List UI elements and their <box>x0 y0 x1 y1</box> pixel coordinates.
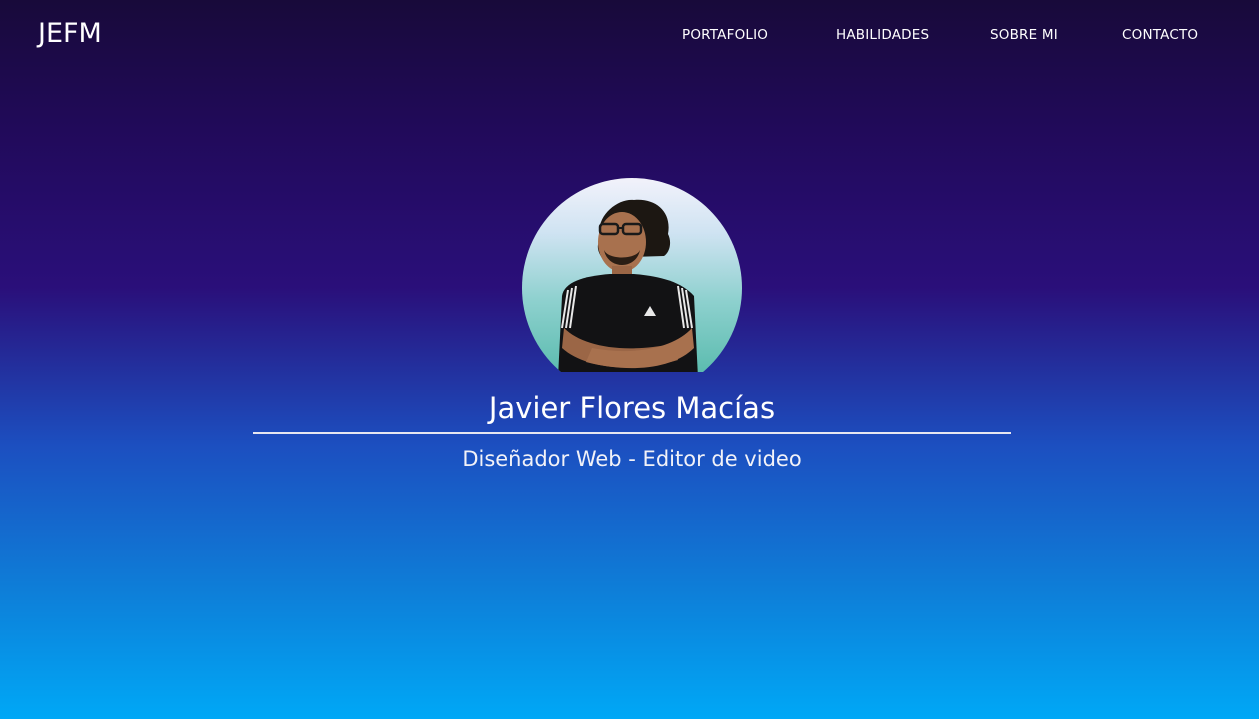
navbar: JEFM PORTAFOLIO HABILIDADES SOBRE MI CON… <box>0 0 1259 72</box>
nav-link-contacto[interactable]: CONTACTO <box>1122 27 1198 43</box>
profile-avatar <box>522 178 742 372</box>
nav-link-habilidades[interactable]: HABILIDADES <box>836 27 929 43</box>
profile-photo-icon <box>558 199 698 372</box>
name-divider <box>253 432 1011 434</box>
nav-link-sobre-mi[interactable]: SOBRE MI <box>990 27 1058 43</box>
profile-subtitle: Diseñador Web - Editor de video <box>462 447 802 471</box>
site-logo[interactable]: JEFM <box>38 18 102 49</box>
nav-link-portafolio[interactable]: PORTAFOLIO <box>682 27 768 43</box>
profile-name: Javier Flores Macías <box>488 391 776 425</box>
